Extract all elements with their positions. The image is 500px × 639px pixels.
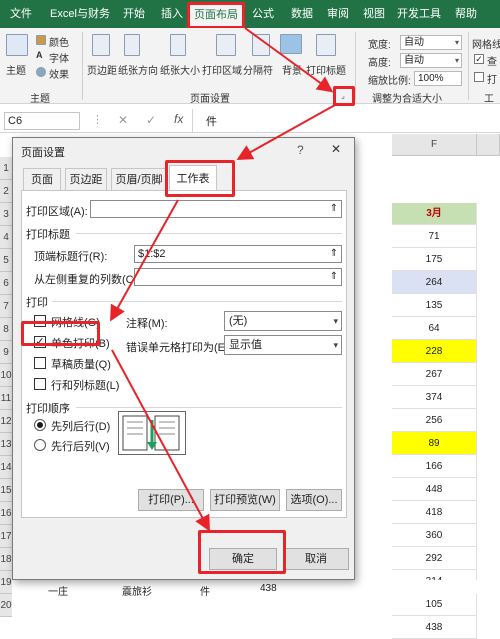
arrow-sheet-tab-to-bw — [110, 199, 179, 322]
row-header[interactable]: 20 — [0, 594, 12, 617]
arrow-tab-to-launcher — [244, 27, 334, 93]
annotation-arrows — [110, 27, 336, 532]
arrow-bw-to-ok — [111, 349, 210, 532]
arrow-launcher-to-sheet-tab — [236, 104, 336, 160]
cell-value[interactable]: 438 — [392, 616, 477, 639]
cell-value[interactable]: 105 — [392, 593, 477, 616]
